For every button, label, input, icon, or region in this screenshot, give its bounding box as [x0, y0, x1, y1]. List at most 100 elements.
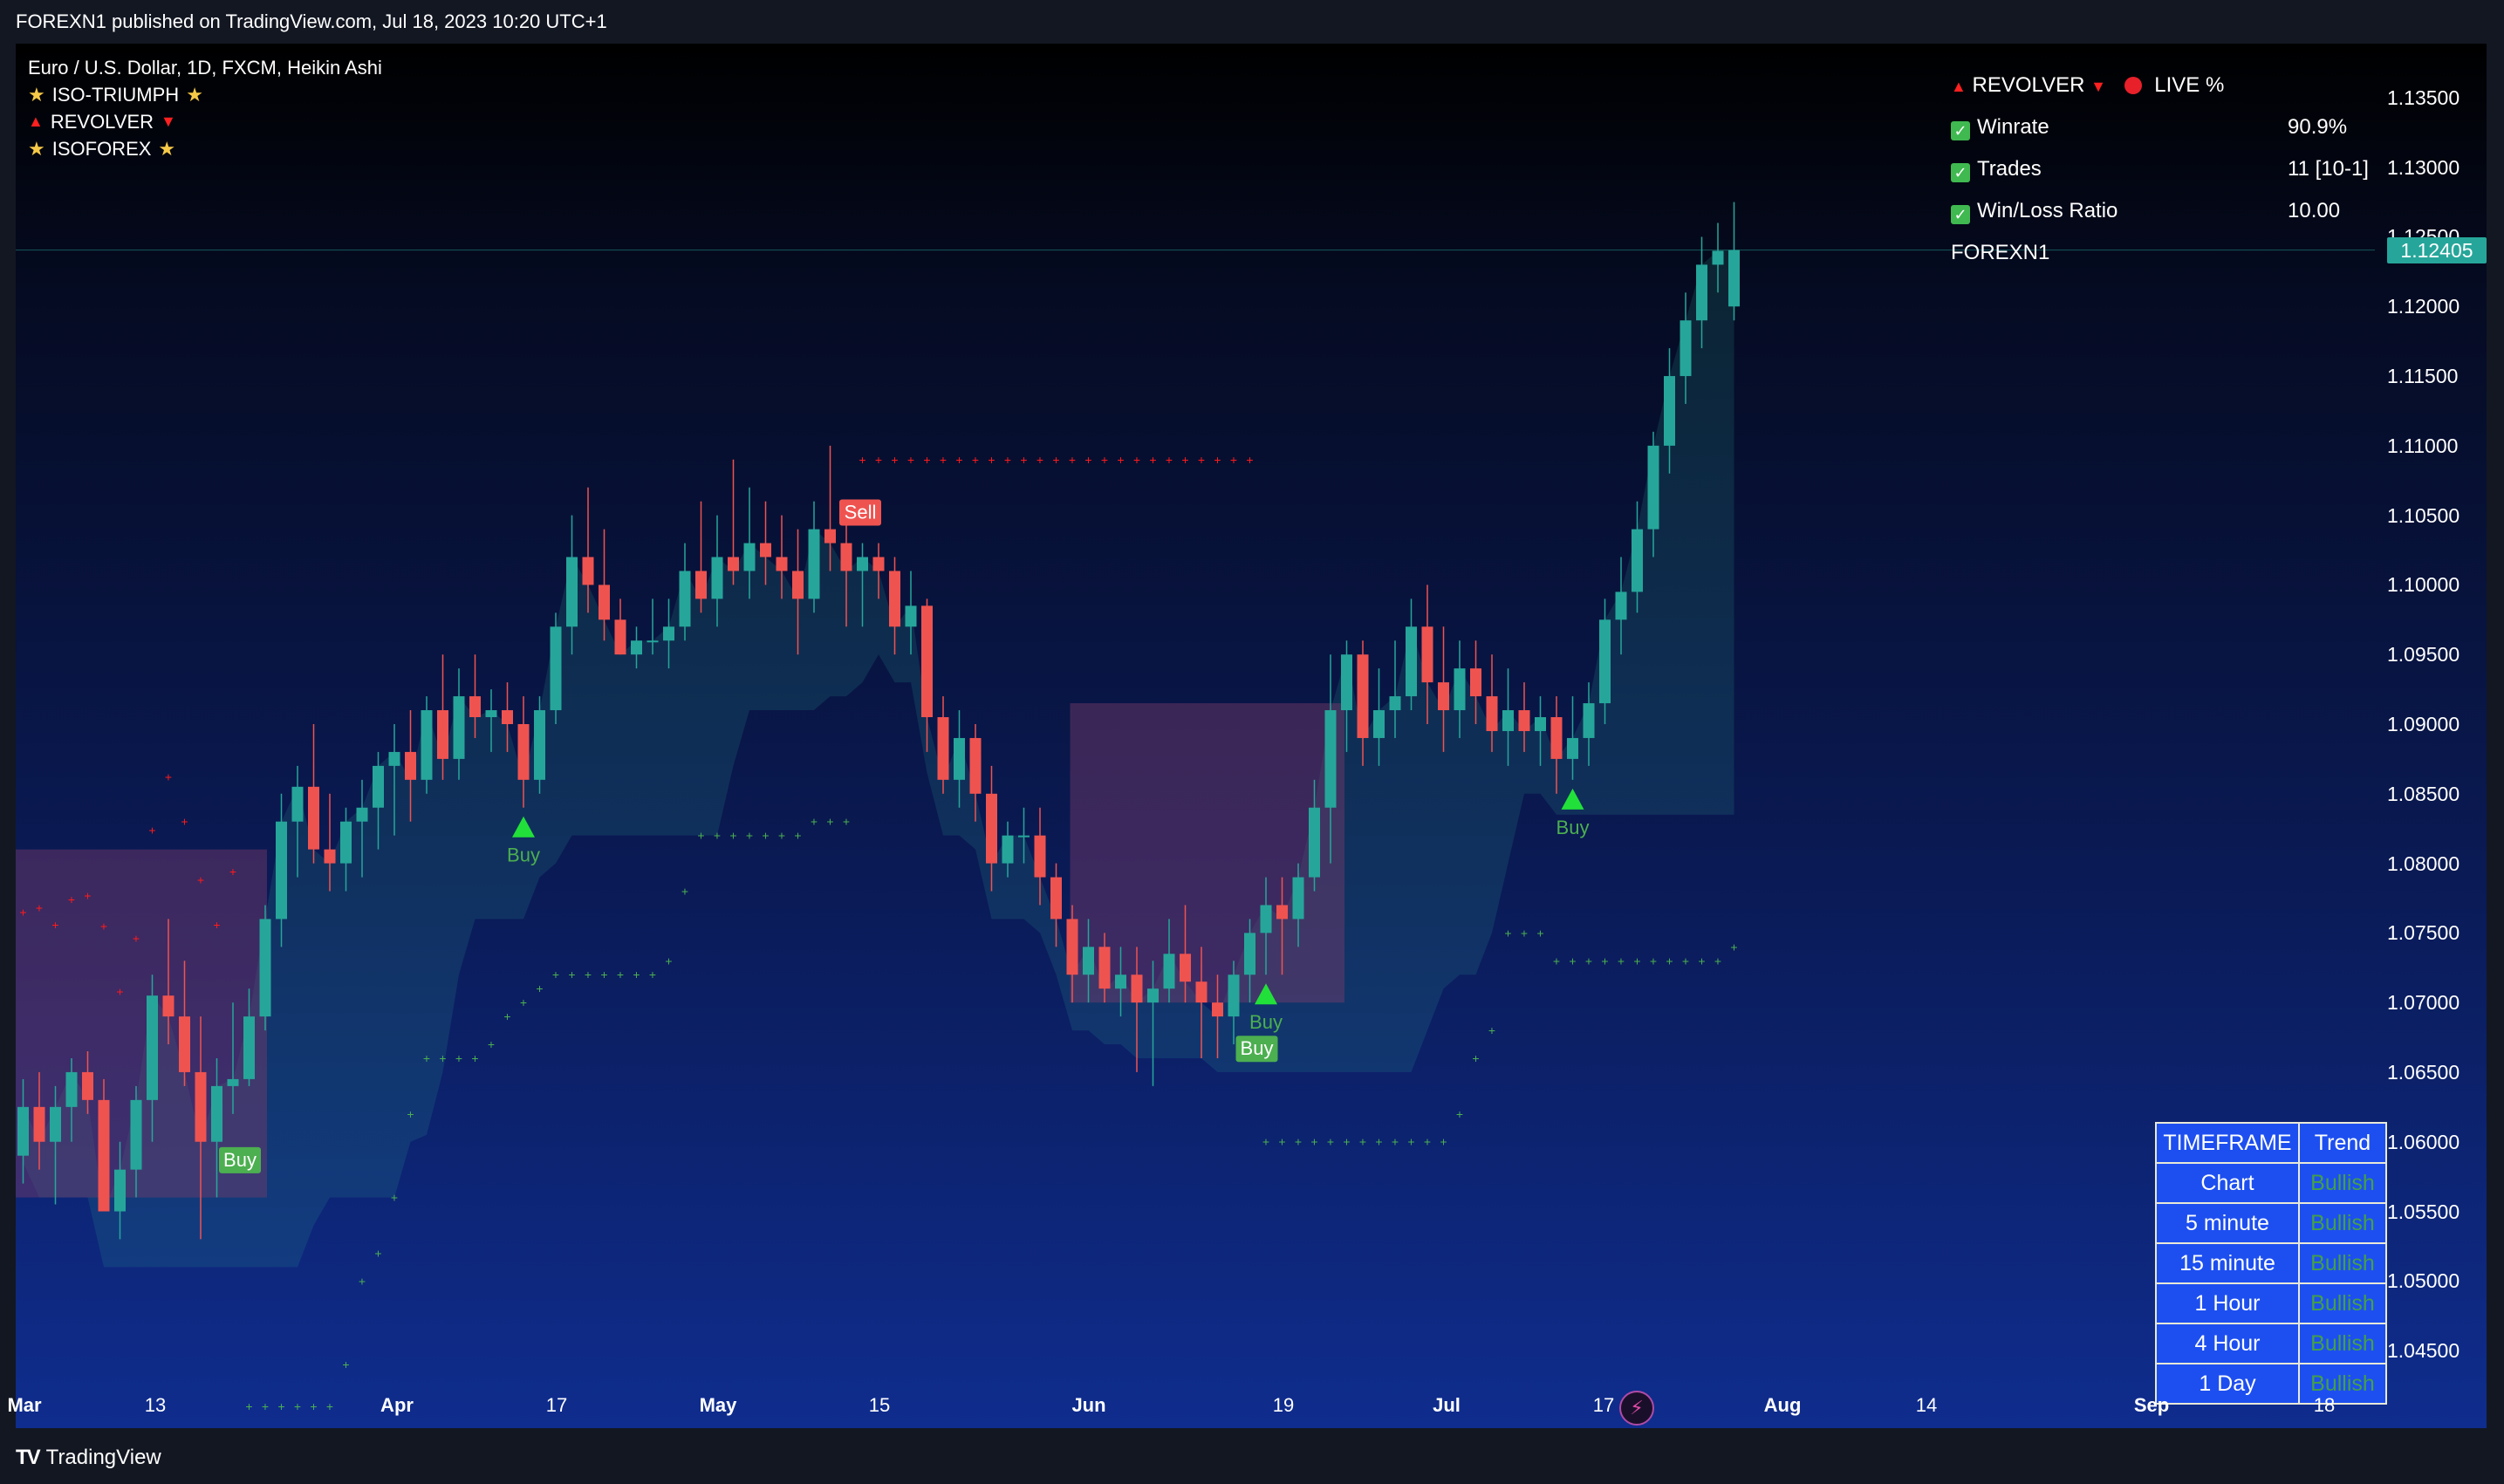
time-tick-label: Jun: [1071, 1394, 1106, 1416]
candle-body: [550, 626, 562, 711]
tradingview-logo-icon: TV: [16, 1446, 41, 1469]
candle-body: [50, 1106, 61, 1142]
candle-body: [808, 529, 820, 599]
candle-body: [340, 821, 352, 864]
candle-body: [1632, 529, 1643, 592]
trend-cell: Bullish: [2298, 1202, 2387, 1244]
trades-value: 11 [10-1]: [2288, 157, 2369, 181]
candle-body: [1131, 975, 1143, 1003]
trailing-stop-marker: +: [1359, 1135, 1366, 1149]
time-axis[interactable]: Mar 13 Apr 17 May 15 Jun 19 Jul 17 Aug 14 Sep 18: [7, 1378, 2375, 1428]
tradingview-brand[interactable]: TV TradingView: [16, 1446, 161, 1470]
indicator-revolver[interactable]: REVOLVER: [51, 108, 154, 135]
trailing-stop-marker: +: [1262, 1135, 1269, 1149]
candle-body: [824, 529, 836, 544]
table-row: 4 Hour Bullish: [2155, 1323, 2387, 1364]
trailing-stop-marker: +: [1246, 453, 1253, 467]
buy-signal-box-label: Buy: [223, 1149, 257, 1171]
candle-body: [179, 1016, 190, 1072]
trailing-stop-marker: +: [342, 1357, 349, 1371]
trailing-stop-marker: +: [1585, 954, 1592, 968]
triangle-down-icon: ▼: [2090, 78, 2106, 95]
winloss-label: Win/Loss Ratio: [1977, 199, 2118, 222]
candle-body: [905, 605, 917, 627]
time-tick-label: Jul: [1433, 1394, 1461, 1416]
indicator-isoforex[interactable]: ISOFOREX: [52, 135, 152, 162]
trailing-stop-marker: +: [1004, 453, 1011, 467]
candle-body: [1018, 835, 1030, 838]
candle-body: [1664, 376, 1675, 446]
price-tick-label: 1.06000: [2387, 1130, 2460, 1153]
candle-body: [792, 571, 804, 599]
trend-cell: Bullish: [2298, 1282, 2387, 1324]
time-tick-label: 14: [1915, 1394, 1938, 1416]
candle-body: [1034, 835, 1046, 878]
candle-body: [469, 696, 481, 718]
trailing-stop-marker: +: [423, 1051, 430, 1065]
trend-cell: Bullish: [2298, 1242, 2387, 1284]
candle-body: [1583, 703, 1595, 738]
candle-body: [1195, 981, 1208, 1003]
trailing-stop-marker: +: [859, 453, 865, 467]
candle-body: [1599, 619, 1611, 704]
candle-body: [1228, 975, 1240, 1017]
star-icon: ★: [158, 138, 176, 160]
price-tick-label: 1.04500: [2387, 1339, 2460, 1363]
check-icon: ✓: [1951, 163, 1970, 182]
time-tick-label: May: [699, 1394, 737, 1416]
price-axis[interactable]: 1.135001.130001.125001.120001.115001.110…: [2375, 44, 2487, 1428]
candle-body: [147, 995, 158, 1100]
trailing-stop-marker: +: [213, 918, 220, 932]
table-header-timeframe: TIMEFRAME: [2155, 1122, 2300, 1164]
price-tick-label: 1.10000: [2387, 573, 2460, 597]
triangle-down-icon: ▼: [161, 113, 176, 130]
candle-body: [259, 919, 271, 1017]
trailing-stop-marker: +: [1343, 1135, 1350, 1149]
trailing-stop-marker: +: [697, 829, 704, 843]
chart-pane[interactable]: + + + + + + + + + + + + + + + + + + + + + + + + + + + + + + + + + + + + + + + +…: [16, 44, 2487, 1428]
trailing-stop-marker: +: [1440, 1135, 1447, 1149]
time-tick-label: 17: [545, 1394, 568, 1416]
candle-body: [647, 640, 659, 643]
trades-label: Trades: [1977, 157, 2042, 181]
candle-body: [517, 724, 530, 780]
candle-body: [631, 640, 642, 655]
candle-body: [1486, 696, 1498, 731]
candle-body: [276, 821, 287, 920]
trailing-stop-marker: +: [116, 984, 123, 998]
symbol-title[interactable]: Euro / U.S. Dollar, 1D, FXCM, Heikin Ash…: [28, 54, 382, 81]
trailing-stop-marker: +: [1601, 954, 1608, 968]
trailing-stop-marker: +: [955, 453, 962, 467]
price-tick-label: 1.10500: [2387, 503, 2460, 527]
trailing-stop-marker: +: [826, 815, 833, 829]
trailing-stop-marker: +: [940, 453, 947, 467]
indicator-iso-triumph[interactable]: ISO-TRIUMPH: [52, 81, 179, 108]
candle-body: [1696, 264, 1707, 321]
table-header-trend: Trend: [2298, 1122, 2387, 1164]
candle-body: [1389, 696, 1401, 711]
trailing-stop-marker: +: [1553, 954, 1560, 968]
trailing-stop-marker: +: [714, 829, 721, 843]
candle-body: [760, 543, 771, 557]
candle-body: [453, 696, 465, 759]
trailing-stop-marker: +: [1698, 954, 1705, 968]
footer-bar: TV TradingView: [0, 1428, 2504, 1484]
trailing-stop-marker: +: [633, 968, 640, 981]
trailing-stop-marker: +: [1230, 453, 1237, 467]
candle-body: [1647, 445, 1659, 530]
trailing-stop-marker: +: [972, 453, 979, 467]
trailing-stop-marker: +: [536, 981, 543, 995]
price-tick-label: 1.12000: [2387, 295, 2460, 318]
candle-body: [1147, 988, 1159, 1003]
candle-body: [1115, 975, 1126, 989]
trailing-stop-marker: +: [51, 918, 58, 932]
candle-body: [1341, 654, 1352, 711]
candle-body: [1438, 682, 1449, 711]
trailing-stop-marker: +: [1278, 1135, 1285, 1149]
timeframe-cell: 4 Hour: [2155, 1323, 2300, 1364]
trailing-stop-marker: +: [19, 905, 26, 919]
trailing-stop-marker: +: [1198, 453, 1205, 467]
candle-body: [1406, 626, 1417, 697]
star-icon: ★: [28, 138, 45, 160]
price-tick-label: 1.07000: [2387, 991, 2460, 1015]
